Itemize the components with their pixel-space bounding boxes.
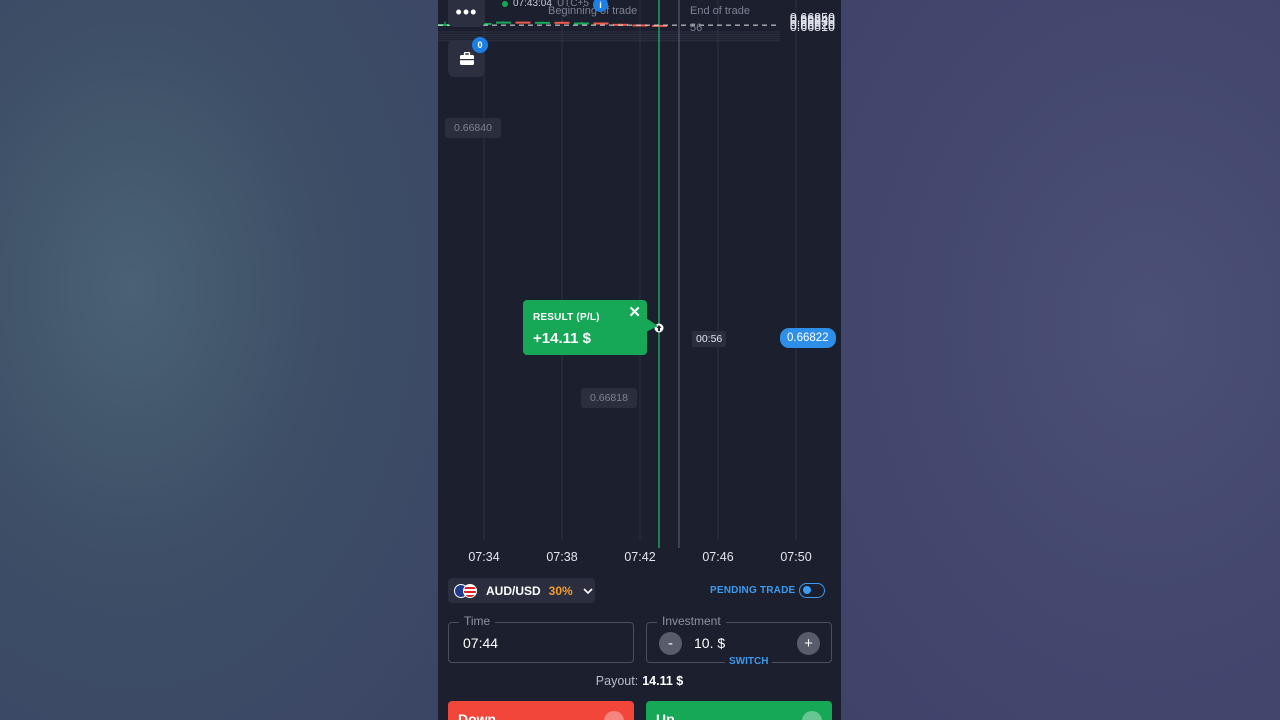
- menu-button[interactable]: •••: [448, 0, 485, 27]
- investment-field[interactable]: Investment - 10. $ + SWITCH: [646, 614, 832, 667]
- ellipsis-icon: •••: [455, 1, 478, 22]
- payout-row: Payout: 14.11 $: [438, 674, 841, 688]
- candle: [593, 22, 609, 25]
- high-price-hint: 0.66840: [445, 118, 501, 138]
- up-arrow-icon: [802, 711, 822, 720]
- trading-app: Beginning of trade End of trade 56 07:43…: [438, 0, 841, 720]
- down-button[interactable]: Down: [448, 701, 634, 720]
- end-of-trade-label: End of trade: [690, 5, 750, 17]
- trade-countdown: 00:56: [692, 331, 727, 347]
- chevron-down-icon: [583, 587, 593, 594]
- flag-au-us-icon: [454, 583, 480, 598]
- low-price-hint: 0.66818: [581, 388, 637, 408]
- time-field[interactable]: Time 07:44: [448, 614, 634, 663]
- time-axis-label: 07:42: [624, 550, 656, 564]
- result-value: +14.11 $: [533, 330, 591, 347]
- time-value: 07:44: [463, 635, 499, 651]
- price-axis-label: 0.66810: [789, 19, 835, 34]
- down-arrow-icon: [604, 711, 624, 720]
- investment-legend: Investment: [657, 614, 726, 628]
- investment-value: 10. $: [694, 635, 726, 651]
- clock-bar: 07:43:04 UTC+5: [502, 0, 589, 9]
- up-label: Up: [656, 711, 675, 720]
- candle: [574, 21, 589, 25]
- close-icon[interactable]: ✕: [628, 303, 641, 321]
- asset-payout-percent: 30%: [548, 583, 573, 598]
- candle: [554, 21, 570, 24]
- payout-value: 14.11 $: [642, 674, 684, 688]
- candle: [515, 21, 531, 24]
- blurred-background-left: [0, 0, 438, 720]
- switch-button[interactable]: SWITCH: [725, 656, 773, 667]
- increase-investment-button[interactable]: +: [797, 632, 820, 655]
- status-dot: [502, 0, 508, 7]
- time-axis-label: 07:38: [546, 550, 578, 564]
- candle: [535, 21, 550, 24]
- result-card-pointer: [646, 318, 658, 332]
- up-button[interactable]: Up: [646, 701, 832, 720]
- time-axis-label: 07:46: [702, 550, 734, 564]
- end-of-trade-sub: 56: [690, 22, 703, 34]
- asset-name: AUD/USD: [486, 583, 541, 598]
- result-label: RESULT (P/L): [533, 312, 600, 323]
- time-legend: Time: [459, 614, 496, 628]
- timezone: UTC+5: [556, 0, 589, 9]
- portfolio-count-badge: 0: [472, 37, 488, 53]
- payout-label: Payout:: [595, 674, 639, 688]
- time-axis-label: 07:34: [468, 550, 500, 564]
- result-card: RESULT (P/L) +14.11 $ ✕: [523, 300, 647, 355]
- pending-trade-toggle[interactable]: [799, 583, 825, 598]
- decrease-investment-button[interactable]: -: [659, 632, 682, 655]
- current-price-tag: 0.66822: [780, 328, 836, 348]
- clock-time: 07:43:04: [513, 0, 552, 9]
- chart-grid: [438, 0, 797, 540]
- price-chart[interactable]: [438, 0, 841, 548]
- blurred-background-right: [841, 0, 1280, 720]
- down-label: Down: [458, 711, 497, 720]
- briefcase-icon: [459, 51, 474, 65]
- asset-selector[interactable]: AUD/USD 30%: [448, 578, 595, 603]
- pending-trade-label: PENDING TRADE: [710, 585, 796, 596]
- time-axis-label: 07:50: [780, 550, 812, 564]
- candle: [496, 21, 511, 24]
